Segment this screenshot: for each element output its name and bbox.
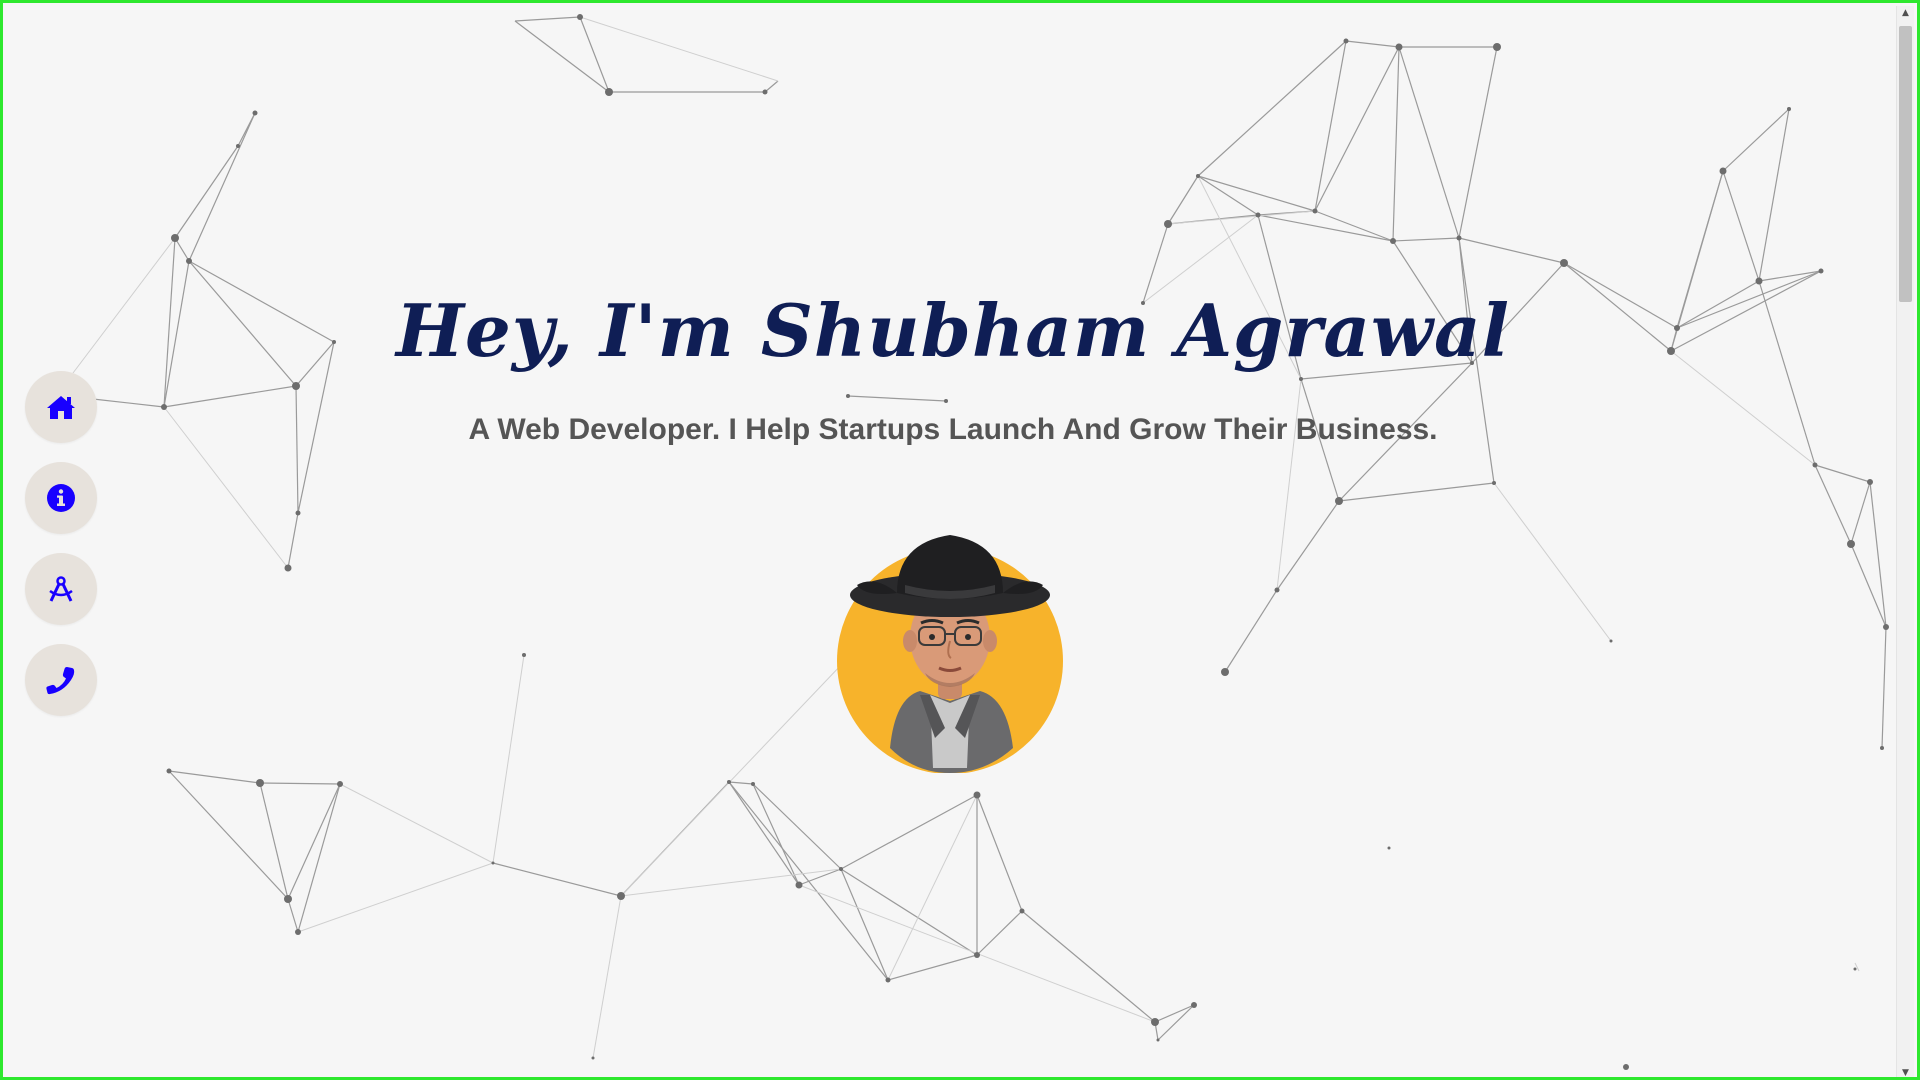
nav-contact-button[interactable] [25, 644, 97, 716]
info-icon [47, 484, 75, 512]
hero-section: Hey, I'm Shubham Agrawal A Web Developer… [3, 3, 1903, 1077]
scroll-up-arrow[interactable]: ▲ [1897, 6, 1914, 20]
memoji-avatar-image [837, 535, 1063, 773]
page-viewport: Hey, I'm Shubham Agrawal A Web Developer… [0, 0, 1920, 1080]
home-icon [47, 396, 75, 419]
nav-home-button[interactable] [25, 371, 97, 443]
scroll-thumb[interactable] [1899, 26, 1912, 302]
side-nav [25, 371, 97, 735]
hero-subtitle: A Web Developer. I Help Startups Launch … [468, 413, 1438, 446]
vertical-scrollbar[interactable]: ▲ ▼ [1896, 6, 1914, 1077]
nav-projects-button[interactable] [25, 553, 97, 625]
nav-about-button[interactable] [25, 462, 97, 534]
phone-icon [46, 667, 75, 695]
compass-drafting-icon [49, 576, 73, 602]
scroll-down-arrow[interactable]: ▼ [1897, 1066, 1914, 1077]
hero-title: Hey, I'm Shubham Agrawal [396, 288, 1510, 373]
